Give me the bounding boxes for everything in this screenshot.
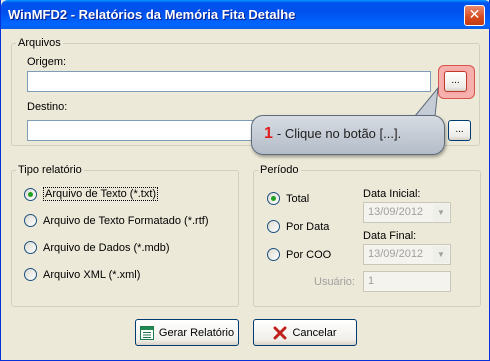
tipo-relatorio-group: Tipo relatório (11, 164, 239, 307)
gerar-relatorio-button[interactable]: Gerar Relatório (135, 319, 239, 346)
cancel-x-icon (273, 326, 287, 339)
radio-xml[interactable]: Arquivo XML (*.xml) (24, 268, 140, 281)
data-final-combo[interactable]: 13/09/2012 ▼ (363, 244, 451, 265)
usuario-label: Usuário: (314, 276, 355, 288)
origem-label: Origem: (27, 56, 67, 68)
radio-button[interactable] (267, 192, 280, 205)
data-inicial-value: 13/09/2012 (368, 206, 424, 218)
radio-label: Por Data (286, 220, 330, 233)
radio-button[interactable] (24, 214, 37, 227)
callout-step-number: 1 (264, 125, 273, 142)
radio-txt[interactable]: Arquivo de Texto (*.txt) (24, 187, 159, 201)
report-icon (139, 325, 154, 340)
data-inicial-combo[interactable]: 13/09/2012 ▼ (363, 202, 451, 223)
radio-button[interactable] (24, 187, 37, 201)
radio-button[interactable] (24, 268, 37, 281)
cancelar-button[interactable]: Cancelar (253, 319, 357, 346)
dialog-window: WinMFD2 - Relatórios da Memória Fita Det… (0, 0, 490, 361)
gerar-relatorio-label: Gerar Relatório (158, 326, 235, 339)
radio-button[interactable] (267, 248, 280, 261)
usuario-input[interactable]: 1 (363, 271, 451, 292)
title-bar[interactable]: WinMFD2 - Relatórios da Memória Fita Det… (1, 0, 490, 29)
radio-button[interactable] (24, 241, 37, 254)
radio-label: Arquivo XML (*.xml) (43, 268, 141, 281)
cancelar-label: Cancelar (292, 326, 337, 339)
radio-label: Arquivo de Texto Formatado (*.rtf) (43, 214, 209, 227)
radio-label: Por COO (286, 248, 332, 261)
radio-label: Arquivo de Dados (*.mdb) (43, 241, 170, 254)
radio-total[interactable]: Total (267, 192, 309, 205)
data-inicial-label: Data Inicial: (363, 188, 421, 200)
destino-label: Destino: (27, 101, 68, 113)
radio-rtf[interactable]: Arquivo de Texto Formatado (*.rtf) (24, 214, 208, 227)
instruction-callout: 1- Clique no botão [...]. (251, 115, 445, 155)
destino-browse-button[interactable]: ... (448, 120, 471, 141)
window-title: WinMFD2 - Relatórios da Memória Fita Det… (8, 7, 296, 22)
radio-por-data[interactable]: Por Data (267, 220, 329, 233)
callout-text: - Clique no botão [...]. (276, 126, 402, 141)
data-final-value: 13/09/2012 (368, 248, 424, 260)
tipo-relatorio-legend: Tipo relatório (18, 164, 82, 176)
chevron-down-icon[interactable]: ▼ (433, 246, 449, 263)
arquivos-legend: Arquivos (18, 37, 61, 49)
radio-button[interactable] (267, 220, 280, 233)
radio-por-coo[interactable]: Por COO (267, 248, 331, 261)
chevron-down-icon[interactable]: ▼ (433, 204, 449, 221)
close-button[interactable]: ✕ (464, 5, 485, 26)
radio-mdb[interactable]: Arquivo de Dados (*.mdb) (24, 241, 170, 254)
data-final-label: Data Final: (363, 230, 417, 242)
usuario-value: 1 (368, 275, 375, 287)
radio-label: Arquivo de Texto (*.txt) (43, 187, 159, 201)
periodo-legend: Período (260, 164, 299, 176)
radio-label: Total (286, 192, 310, 205)
origem-input[interactable] (27, 71, 431, 92)
